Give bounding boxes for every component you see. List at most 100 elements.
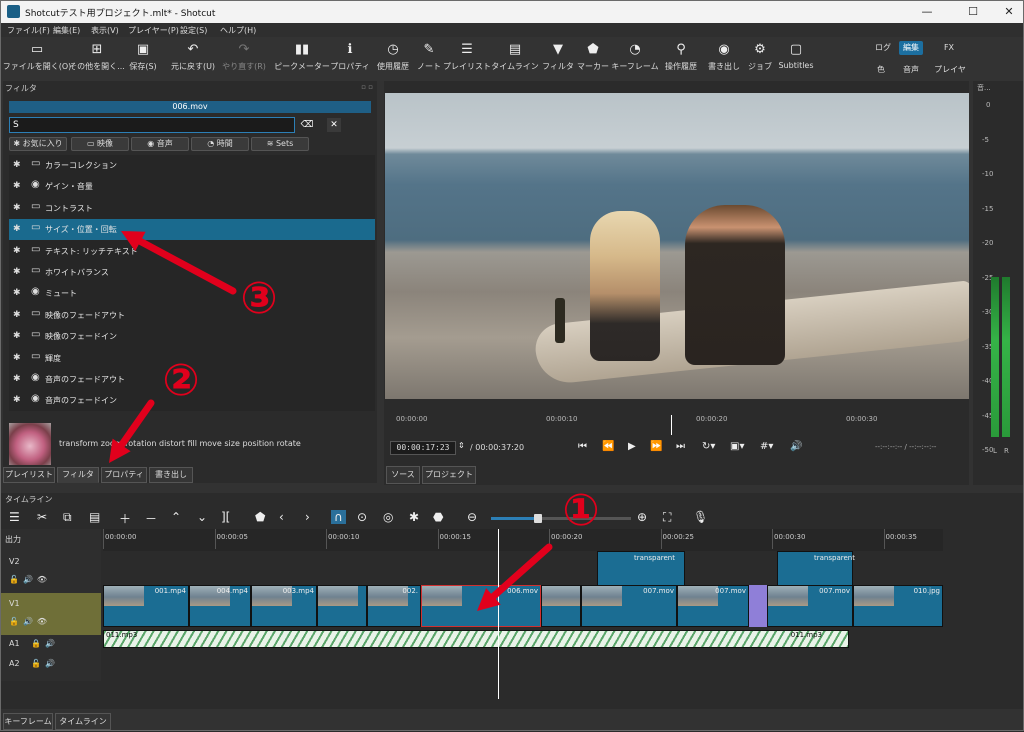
- lift-icon[interactable]: ⌃: [171, 510, 181, 524]
- favorite-star-icon[interactable]: ✱: [13, 203, 21, 213]
- filter-item[interactable]: ✱ ▭ カラーコレクション: [9, 155, 375, 176]
- ripple-icon[interactable]: ◎: [383, 510, 393, 524]
- split-icon[interactable]: ][: [221, 510, 230, 524]
- v1-clip[interactable]: 007.mov: [581, 585, 677, 627]
- layout-logging[interactable]: ログ: [871, 41, 895, 55]
- close-filter-list-icon[interactable]: ✕: [327, 118, 341, 132]
- toolbar-button-export[interactable]: ◉ 書き出し: [708, 41, 740, 72]
- tab-playlist[interactable]: プレイリスト: [3, 467, 55, 483]
- ripple-markers-icon[interactable]: ⬣: [433, 510, 443, 524]
- layout-fx[interactable]: FX: [937, 41, 961, 55]
- toolbar-button-folder-open[interactable]: ▭ ファイルを開く(O): [3, 41, 72, 72]
- video-preview[interactable]: [385, 93, 969, 399]
- category-audio[interactable]: ◉ 音声: [131, 137, 189, 151]
- fast-forward-icon[interactable]: ⏩: [650, 441, 662, 452]
- toolbar-button-filter[interactable]: ▼ フィルタ: [542, 41, 574, 72]
- v1-clip[interactable]: 007.mov: [677, 585, 749, 627]
- marker-add-icon[interactable]: ⬟: [255, 510, 265, 524]
- filter-item[interactable]: ✱ ▭ 映像のフェードアウト: [9, 305, 375, 326]
- player-scrubber[interactable]: 00:00:00 00:00:10 00:00:20 00:00:30: [396, 415, 956, 435]
- player-playhead[interactable]: [670, 415, 672, 435]
- skip-next-icon[interactable]: ⏭: [676, 441, 685, 452]
- favorite-star-icon[interactable]: ✱: [13, 310, 21, 320]
- ripple-delete-icon[interactable]: －: [145, 510, 157, 527]
- copy-icon[interactable]: ⧉: [63, 510, 72, 525]
- grid-icon[interactable]: #▾: [760, 441, 773, 452]
- filter-item[interactable]: ✱ ▭ 輝度: [9, 348, 375, 369]
- favorite-star-icon[interactable]: ✱: [13, 374, 21, 384]
- zoom-slider-handle[interactable]: [534, 514, 542, 523]
- v1-clip[interactable]: 003.mp4: [251, 585, 317, 627]
- timeline-zoom-slider[interactable]: [491, 514, 631, 523]
- favorite-star-icon[interactable]: ✱: [13, 353, 21, 363]
- v1-clip[interactable]: 002.: [367, 585, 421, 627]
- ripple-all-icon[interactable]: ✱: [409, 510, 419, 524]
- snap-icon[interactable]: ∩: [331, 510, 346, 524]
- filter-item[interactable]: ✱ ◉ 音声のフェードアウト: [9, 369, 375, 390]
- toolbar-button-action-history[interactable]: ⚲ 操作履歴: [665, 41, 697, 72]
- track-header-v2[interactable]: V2 🔓🔊👁: [1, 551, 101, 593]
- favorite-star-icon[interactable]: ✱: [13, 181, 21, 191]
- tab-keyframes[interactable]: キーフレーム: [3, 713, 53, 730]
- close-button[interactable]: ✕: [1001, 4, 1017, 20]
- toolbar-button-notes[interactable]: ✎ ノート: [417, 41, 441, 72]
- tab-timeline[interactable]: タイムライン: [55, 713, 111, 730]
- zoom-fit-icon[interactable]: ▣▾: [730, 441, 744, 452]
- panel-dock-buttons[interactable]: ▫ ▫: [361, 83, 373, 91]
- toolbar-button-undo[interactable]: ↶ 元に戻す(U): [171, 41, 215, 72]
- toolbar-button-playlist[interactable]: ☰ プレイリスト: [443, 41, 491, 72]
- toolbar-button-properties[interactable]: ℹ プロパティ: [330, 41, 370, 72]
- overwrite-icon[interactable]: ⌄: [197, 510, 207, 524]
- transition[interactable]: [749, 585, 767, 627]
- minimize-button[interactable]: —: [919, 4, 935, 20]
- menu-help[interactable]: ヘルプ(H): [220, 25, 256, 36]
- v1-clip[interactable]: 001.mp4: [103, 585, 189, 627]
- timeline-ruler[interactable]: 00:00:00 00:00:05 00:00:10 00:00:15 00:00:20…: [103, 529, 943, 551]
- category-video[interactable]: ▭ 映像: [71, 137, 129, 151]
- next-marker-icon[interactable]: ›: [305, 510, 310, 524]
- filter-item[interactable]: ✱ ▭ テキスト: リッチテキスト: [9, 241, 375, 262]
- filter-search-input[interactable]: [9, 117, 295, 133]
- layout-audio[interactable]: 音声: [899, 63, 923, 77]
- track-header-a2[interactable]: A2 🔓🔊: [1, 655, 101, 675]
- skip-previous-icon[interactable]: ⏮: [578, 441, 587, 452]
- menu-settings[interactable]: 設定(S): [180, 25, 207, 36]
- tab-source[interactable]: ソース: [386, 466, 420, 484]
- paste-icon[interactable]: ▤: [89, 510, 100, 524]
- filter-item[interactable]: ✱ ◉ 音声のフェードイン: [9, 390, 375, 411]
- menu-edit[interactable]: 編集(E): [53, 25, 80, 36]
- tab-filters[interactable]: フィルタ: [57, 467, 99, 483]
- track-header-a1[interactable]: A1 🔒🔊: [1, 635, 101, 655]
- a1-clip-audio[interactable]: 011.mp3 011.mp3: [103, 630, 849, 648]
- toolbar-button-history[interactable]: ◷ 使用履歴: [377, 41, 409, 72]
- toolbar-button-timeline[interactable]: ▤ タイムライン: [491, 41, 538, 72]
- track-controls-icon[interactable]: 🔒🔊: [31, 639, 59, 648]
- v1-clip[interactable]: [317, 585, 367, 627]
- layout-player[interactable]: プレイヤー: [931, 63, 969, 88]
- tab-project[interactable]: プロジェクト: [422, 466, 476, 484]
- v1-clip[interactable]: 007.mov: [767, 585, 853, 627]
- category-favorites[interactable]: ✱ お気に入り: [9, 137, 67, 151]
- toolbar-button-peak-meter[interactable]: ▮▮ ピークメーター: [274, 41, 330, 72]
- layout-color[interactable]: 色: [869, 63, 893, 77]
- zoom-fit-timeline-icon[interactable]: ⛶: [663, 510, 671, 525]
- favorite-star-icon[interactable]: ✱: [13, 246, 21, 256]
- toolbar-button-subtitles[interactable]: ▢ Subtitles: [778, 41, 813, 70]
- category-sets[interactable]: ≋ Sets: [251, 137, 309, 151]
- menu-player[interactable]: プレイヤー(P): [128, 25, 179, 36]
- v1-clip[interactable]: 004.mp4: [189, 585, 251, 627]
- loop-icon[interactable]: ↻▾: [702, 441, 715, 452]
- filter-item[interactable]: ✱ ▭ 映像のフェードイン: [9, 326, 375, 347]
- favorite-star-icon[interactable]: ✱: [13, 288, 21, 298]
- toolbar-button-keyframe[interactable]: ◔ キーフレーム: [611, 41, 658, 72]
- filter-item[interactable]: ✱ ▭ サイズ・位置・回転: [9, 219, 375, 241]
- record-audio-icon[interactable]: 🎙: [693, 510, 708, 524]
- toolbar-button-redo[interactable]: ↷ やり直す(R): [222, 41, 266, 72]
- favorite-star-icon[interactable]: ✱: [13, 160, 21, 170]
- clear-search-icon[interactable]: ⌫: [300, 118, 314, 132]
- v1-clip[interactable]: 010.jpg: [853, 585, 943, 627]
- v1-clip[interactable]: [541, 585, 581, 627]
- rewind-icon[interactable]: ⏪: [602, 441, 614, 452]
- favorite-star-icon[interactable]: ✱: [13, 331, 21, 341]
- position-timecode[interactable]: 00:00:17:23: [390, 441, 456, 455]
